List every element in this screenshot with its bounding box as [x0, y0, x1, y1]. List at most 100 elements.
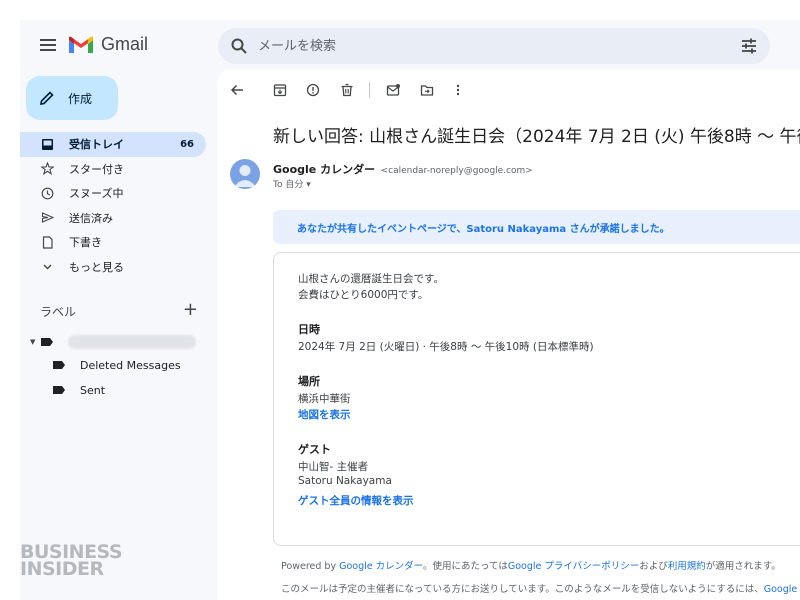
- email-subject: 新しい回答: 山根さん誕生日会（2024年 7月 2日 (火) 午後8時 〜 午…: [273, 127, 800, 147]
- sidebar-item-label: スター付き: [69, 162, 124, 176]
- guest-item: 中山智- 主催者: [298, 461, 369, 473]
- sidebar-item-more[interactable]: もっと見る: [20, 255, 206, 280]
- gmail-logo[interactable]: Gmail: [68, 34, 148, 55]
- sidebar-item-inbox[interactable]: 受信トレイ 66: [20, 132, 206, 157]
- footer-text: が適用されます。: [705, 561, 781, 572]
- google-calendar-link[interactable]: Google カレンダー: [339, 561, 423, 572]
- app-name: Gmail: [101, 34, 149, 54]
- label-item-deleted-messages[interactable]: Deleted Messages: [20, 354, 206, 376]
- archive-button[interactable]: [270, 80, 290, 100]
- labels-heading: ラベル: [40, 305, 77, 319]
- chevron-down-icon: [40, 260, 54, 274]
- pencil-icon: [40, 91, 54, 105]
- report-spam-icon: [306, 83, 320, 97]
- redacted-label-name: [68, 335, 196, 349]
- search-icon[interactable]: [230, 37, 248, 55]
- menu-icon-bar: [40, 44, 56, 46]
- footer-text: このメールは予定の主催者になっている方にお送りしています。このようなメールを受信…: [281, 584, 764, 595]
- person-icon: [234, 165, 256, 187]
- label-tag-icon: [41, 338, 53, 346]
- gmail-window: Gmail 作成 受信トレイ 66: [0, 0, 800, 600]
- menu-icon-bar: [40, 49, 56, 51]
- guests-heading: ゲスト: [298, 443, 331, 456]
- label-tag-icon: [53, 386, 65, 394]
- message-pane: 新しい回答: 山根さん誕生日会（2024年 7月 2日 (火) 午後8時 〜 午…: [217, 70, 800, 600]
- rsvp-banner: あなたが共有したイベントページで、Satoru Nakayama さんが承諾しま…: [273, 210, 800, 244]
- recipient-details-toggle[interactable]: To 自分 ▾: [273, 177, 311, 190]
- inbox-icon: [40, 137, 54, 151]
- sidebar-item-label: もっと見る: [69, 260, 124, 274]
- delete-button[interactable]: [337, 80, 357, 100]
- main-menu-button[interactable]: [38, 36, 58, 56]
- watermark-line: INSIDER: [20, 558, 104, 580]
- sidebar-item-label: 送信済み: [69, 211, 113, 225]
- recipient-text: To 自分: [273, 180, 304, 190]
- dropdown-arrow-icon: ▾: [306, 180, 311, 190]
- compose-button[interactable]: 作成: [26, 76, 118, 120]
- search-options-icon[interactable]: [740, 37, 758, 55]
- business-insider-watermark: BUSINESS INSIDER: [20, 543, 123, 580]
- menu-icon-bar: [40, 39, 56, 41]
- label-item-redacted[interactable]: ▼: [20, 331, 206, 353]
- when-value: 2024年 7月 2日 (火曜日) · 午後8時 〜 午後10時 (日本標準時): [298, 341, 594, 353]
- rsvp-banner-text: あなたが共有したイベントページで、Satoru Nakayama さんが承諾しま…: [297, 224, 670, 235]
- move-to-button[interactable]: [417, 80, 437, 100]
- view-map-link[interactable]: 地図を表示: [298, 407, 351, 422]
- label-name: Sent: [80, 383, 106, 397]
- mark-unread-icon: [386, 84, 400, 96]
- guest-item: Satoru Nakayama: [298, 475, 392, 487]
- more-vert-icon: [456, 84, 460, 96]
- sidebar-item-drafts[interactable]: 下書き: [20, 230, 206, 255]
- privacy-policy-link[interactable]: Google プライバシーポリシー: [508, 561, 639, 572]
- sender-name[interactable]: Google カレンダー: [273, 163, 375, 176]
- mark-unread-button[interactable]: [383, 80, 403, 100]
- create-label-button[interactable]: +: [183, 299, 198, 320]
- notice-footer: このメールは予定の主催者になっている方にお送りしています。このようなメールを受信…: [281, 581, 800, 595]
- event-card: 山根さんの還暦誕生日会です。 会費はひとり6000円です。 日時 2024年 7…: [273, 252, 800, 546]
- toolbar-divider: [369, 82, 370, 98]
- sidebar-item-label: スヌーズ中: [69, 187, 124, 201]
- labels-section-header: ラベル +: [40, 299, 200, 321]
- footer-text: Powered by: [281, 561, 337, 572]
- archive-icon: [273, 84, 287, 97]
- more-options-button[interactable]: [448, 80, 468, 100]
- event-description-line: 会費はひとり6000円です。: [298, 289, 429, 301]
- when-heading: 日時: [298, 323, 320, 336]
- folder-move-icon: [420, 85, 434, 96]
- send-icon: [40, 211, 54, 225]
- trash-icon: [341, 83, 353, 97]
- sender-avatar[interactable]: [230, 159, 260, 189]
- sender-line: Google カレンダー <calendar-noreply@google.co…: [273, 161, 533, 177]
- report-spam-button[interactable]: [303, 80, 323, 100]
- back-button[interactable]: [227, 80, 247, 100]
- view-all-guests-link[interactable]: ゲスト全員の情報を表示: [298, 493, 414, 508]
- google-calendar-settings-link[interactable]: Google カレ: [764, 584, 800, 595]
- sidebar-item-snoozed[interactable]: スヌーズ中: [20, 181, 206, 206]
- arrow-back-icon: [230, 84, 243, 96]
- search-input[interactable]: [258, 34, 718, 58]
- expand-arrow-icon[interactable]: ▼: [30, 338, 40, 346]
- left-border: [0, 0, 20, 600]
- search-bar[interactable]: [218, 28, 770, 64]
- sidebar-item-label: 下書き: [69, 236, 102, 250]
- sidebar-item-sent[interactable]: 送信済み: [20, 206, 206, 231]
- sidebar-item-label: 受信トレイ: [69, 138, 124, 152]
- footer-text: および: [639, 561, 668, 572]
- star-icon: [40, 162, 54, 176]
- powered-by-footer: Powered by Google カレンダー。使用にあたってはGoogle プ…: [281, 558, 781, 572]
- label-tag-icon: [53, 361, 65, 369]
- unread-count: 66: [180, 138, 194, 150]
- compose-label: 作成: [68, 91, 93, 106]
- sidebar-nav: 受信トレイ 66 スター付き スヌーズ中 送信済み 下書き もっと見る: [20, 132, 206, 279]
- terms-link[interactable]: 利用規約: [668, 561, 706, 572]
- label-item-sent[interactable]: Sent: [20, 379, 206, 401]
- sidebar-item-starred[interactable]: スター付き: [20, 157, 206, 182]
- gmail-m-icon: [69, 36, 93, 53]
- event-description-line: 山根さんの還暦誕生日会です。: [298, 273, 444, 285]
- top-border: [0, 0, 800, 20]
- where-value: 横浜中華街: [298, 393, 351, 405]
- sender-email: <calendar-noreply@google.com>: [380, 166, 533, 176]
- footer-text: 。使用にあたっては: [423, 561, 508, 572]
- label-name: Deleted Messages: [80, 358, 181, 372]
- draft-icon: [40, 235, 54, 249]
